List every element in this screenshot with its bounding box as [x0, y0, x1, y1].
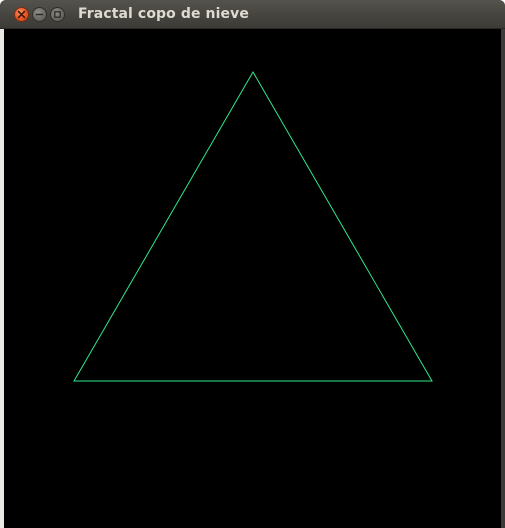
- maximize-button[interactable]: [50, 7, 65, 22]
- window-title: Fractal copo de nieve: [78, 6, 249, 22]
- fractal-drawing: [73, 71, 433, 382]
- drawing-canvas: [4, 29, 501, 528]
- window-right-edge: [501, 29, 505, 528]
- snowflake-triangle: [73, 71, 433, 382]
- title-bar[interactable]: Fractal copo de nieve: [0, 0, 505, 29]
- maximize-icon: [53, 10, 62, 19]
- close-button[interactable]: [14, 7, 29, 22]
- close-icon: [17, 10, 26, 19]
- minimize-icon: [35, 10, 44, 19]
- app-window: Fractal copo de nieve: [0, 0, 505, 528]
- minimize-button[interactable]: [32, 7, 47, 22]
